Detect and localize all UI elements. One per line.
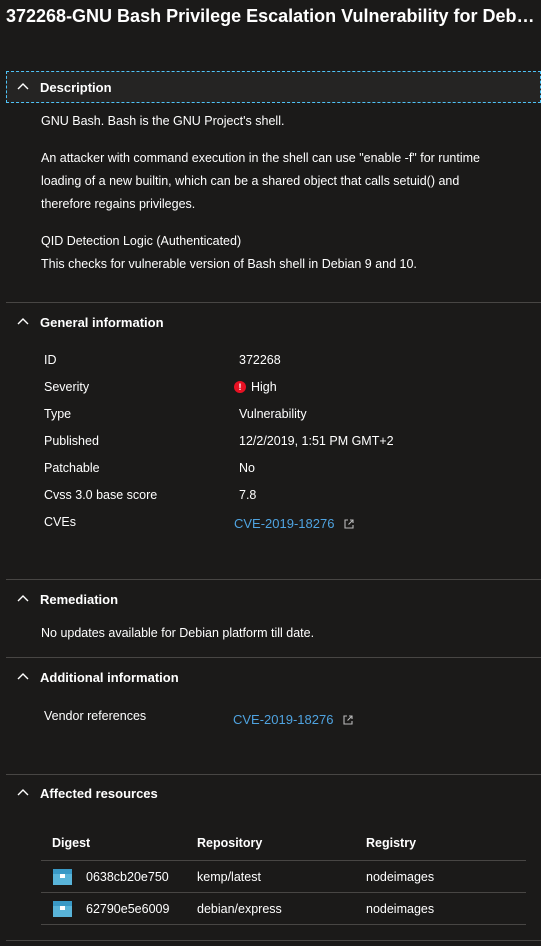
cves-label: CVEs	[44, 515, 76, 529]
remediation-text: No updates available for Debian platform…	[41, 626, 315, 640]
severity-label: Severity	[44, 380, 90, 394]
table-row-divider	[41, 924, 526, 925]
container-image-icon	[53, 869, 72, 885]
table-header-divider	[41, 860, 526, 861]
column-header-repository[interactable]: Repository	[197, 836, 262, 850]
external-link-icon[interactable]	[343, 518, 355, 530]
repository-cell: debian/express	[197, 902, 282, 916]
cvss-value-text: 7.8	[239, 488, 257, 502]
cvss-label: Cvss 3.0 base score	[44, 488, 158, 502]
column-header-digest[interactable]: Digest	[52, 836, 90, 850]
chevron-up-icon	[17, 318, 29, 325]
cve-link[interactable]: CVE-2019-18276	[234, 516, 355, 531]
published-value-text: 12/2/2019, 1:51 PM GMT+2	[239, 434, 394, 448]
type-value-text: Vulnerability	[239, 407, 307, 421]
column-header-registry[interactable]: Registry	[366, 836, 416, 850]
registry-cell: nodeimages	[366, 870, 435, 884]
description-paragraph-2-line-2: loading of a new builtin, which can be a…	[41, 174, 460, 188]
digest-cell: 62790e5e6009	[86, 902, 170, 916]
severity-value-text: High	[251, 380, 277, 394]
chevron-up-icon	[17, 595, 29, 602]
additional-heading: Additional information	[40, 669, 179, 685]
digest-cell: 0638cb20e750	[86, 870, 169, 884]
published-value: 12/2/2019, 1:51 PM GMT+2	[239, 434, 394, 448]
published-label: Published	[44, 434, 99, 448]
registry-cell: nodeimages	[366, 902, 435, 916]
container-image-icon	[53, 901, 72, 917]
general-heading: General information	[40, 314, 164, 330]
severity-value: ! High	[234, 380, 277, 394]
chevron-up-icon	[17, 789, 29, 796]
description-paragraph-2-line-1: An attacker with command execution in th…	[41, 151, 480, 165]
repository-cell: kemp/latest	[197, 870, 261, 884]
vendor-link-text[interactable]: CVE-2019-18276	[233, 712, 333, 727]
table-row-divider	[41, 892, 526, 893]
vendor-link[interactable]: CVE-2019-18276	[233, 712, 354, 727]
patchable-label: Patchable	[44, 461, 100, 475]
description-paragraph-3-line-1: QID Detection Logic (Authenticated)	[41, 234, 242, 248]
remediation-heading: Remediation	[40, 591, 119, 607]
patchable-value: No	[239, 461, 255, 475]
description-paragraph-1: GNU Bash. Bash is the GNU Project's shel…	[41, 114, 285, 128]
section-divider	[6, 302, 541, 303]
type-value: Vulnerability	[239, 407, 307, 421]
id-value-text: 372268	[239, 353, 281, 367]
chevron-up-icon	[17, 673, 29, 680]
section-divider	[6, 579, 541, 580]
section-divider	[6, 657, 541, 658]
description-paragraph-2-line-3: therefore regains privileges.	[41, 197, 196, 211]
page-title: 372268-GNU Bash Privilege Escalation Vul…	[6, 6, 536, 26]
description-heading: Description	[40, 79, 112, 95]
affected-heading: Affected resources	[40, 785, 158, 801]
cvss-value: 7.8	[239, 488, 256, 502]
remediation-section-header[interactable]: Remediation	[6, 583, 541, 615]
section-divider	[6, 940, 541, 941]
section-divider	[6, 774, 541, 775]
patchable-value-text: No	[239, 461, 255, 475]
additional-section-header[interactable]: Additional information	[6, 661, 541, 693]
description-paragraph-3-line-2: This checks for vulnerable version of Ba…	[41, 257, 417, 271]
affected-section-header[interactable]: Affected resources	[6, 777, 541, 809]
cve-link-text[interactable]: CVE-2019-18276	[234, 516, 334, 531]
external-link-icon[interactable]	[342, 714, 354, 726]
vendor-references-label: Vendor references	[44, 709, 147, 723]
general-section-header[interactable]: General information	[6, 306, 541, 338]
chevron-up-icon	[17, 83, 29, 90]
description-section-header[interactable]: Description	[6, 71, 541, 103]
id-value: 372268	[239, 353, 281, 367]
error-icon: !	[234, 381, 246, 393]
type-label: Type	[44, 407, 72, 421]
id-label: ID	[44, 353, 57, 367]
